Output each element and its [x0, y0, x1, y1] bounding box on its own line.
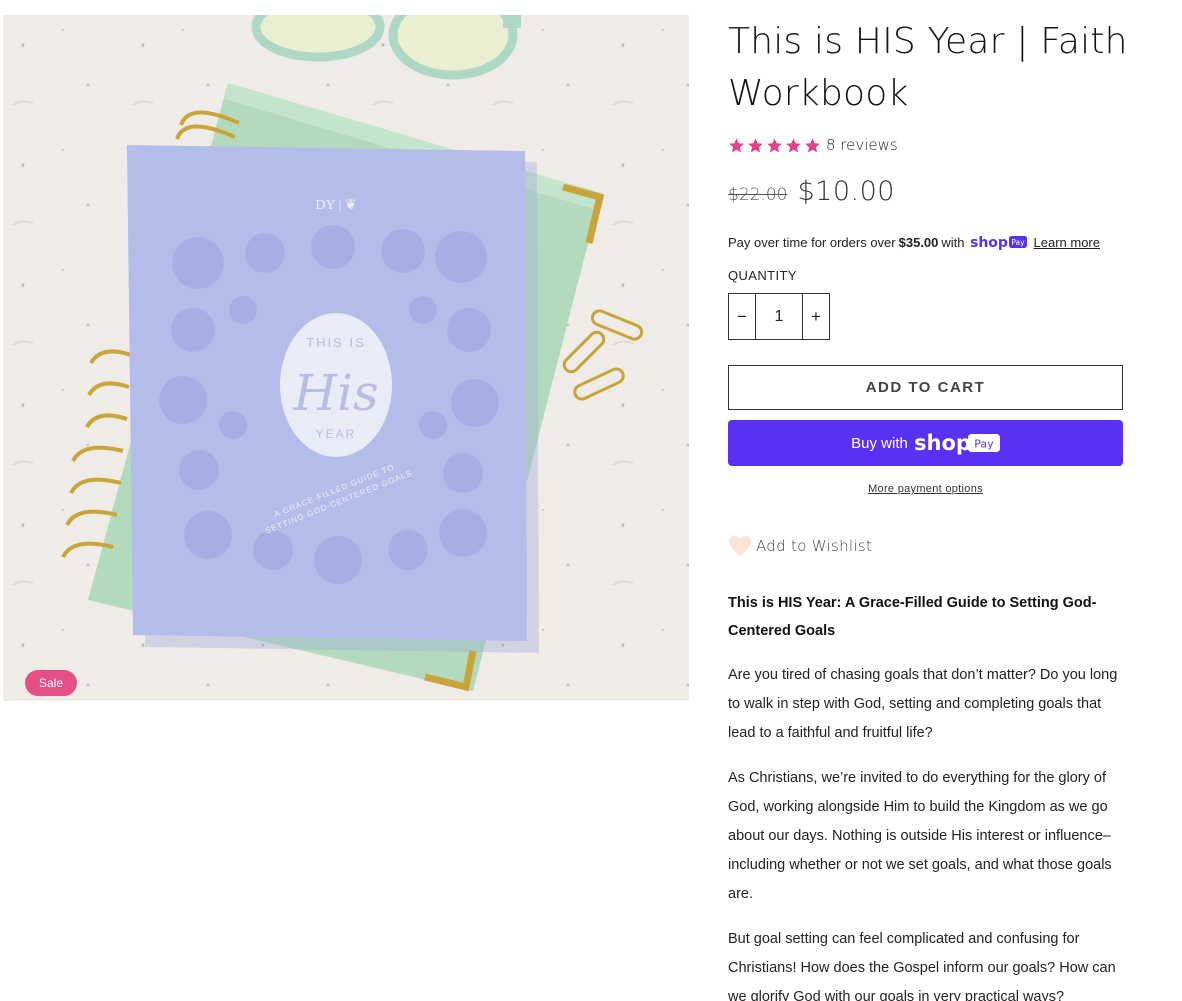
installments-banner: Pay over time for orders over $35.00 wit… [728, 234, 1100, 251]
sale-badge: Sale [25, 670, 77, 696]
description-heading: This is HIS Year: A Grace-Filled Guide t… [728, 595, 1097, 639]
plus-icon[interactable]: + [803, 294, 829, 339]
cover-text-top: THIS IS [306, 335, 366, 350]
minus-icon[interactable]: − [729, 294, 755, 339]
heart-icon [729, 536, 751, 556]
reviews-link[interactable]: 8 reviews [826, 136, 898, 154]
star-icon [786, 137, 801, 152]
product-rating[interactable]: 8 reviews [728, 134, 898, 156]
compare-at-price: $22.00 [728, 185, 788, 205]
description-paragraph: As Christians, we’re invited to do every… [728, 770, 1112, 902]
product-description: This is HIS Year: A Grace-Filled Guide t… [728, 589, 1123, 1001]
product-image[interactable]: THIS IS His YEAR DY | ❦ A GRACE-FILLED G… [3, 15, 689, 701]
sale-price: $10.00 [797, 176, 895, 207]
cover-script: His [292, 364, 378, 422]
star-icon [729, 137, 744, 152]
description-paragraph: Are you tired of chasing goals that don’… [728, 667, 1118, 741]
star-rating [728, 137, 821, 154]
buy-with-label: Buy with [851, 434, 908, 452]
more-payment-options-link[interactable]: More payment options [728, 483, 1123, 495]
installments-prefix: Pay over time for orders over [728, 234, 896, 250]
learn-more-link[interactable]: Learn more [1034, 235, 1100, 250]
add-to-cart-button[interactable]: ADD TO CART [728, 365, 1123, 410]
lavender-book: THIS IS His YEAR DY | ❦ A GRACE-FILLED G… [127, 145, 539, 653]
cover-text-bottom: YEAR [316, 427, 357, 441]
quantity-stepper: − + [728, 293, 830, 340]
product-photo: THIS IS His YEAR DY | ❦ A GRACE-FILLED G… [3, 15, 689, 701]
svg-text:shop: shop [970, 235, 1008, 250]
svg-text:Pay: Pay [974, 438, 994, 451]
star-icon [767, 137, 782, 152]
star-icon [805, 137, 820, 152]
svg-text:Pay: Pay [1011, 238, 1025, 247]
description-paragraph: But goal setting can feel complicated an… [728, 931, 1116, 1001]
product-title: This is HIS Year | Faith Workbook [728, 21, 1128, 114]
wishlist-label: Add to Wishlist [756, 537, 873, 555]
add-to-wishlist[interactable]: Add to Wishlist [728, 535, 872, 557]
shop-pay-logo: shop Pay [914, 431, 1000, 455]
svg-text:shop: shop [914, 431, 971, 455]
quantity-input[interactable] [755, 294, 803, 339]
cover-brand-mark: DY | ❦ [315, 198, 356, 213]
buy-with-shop-pay-button[interactable]: Buy with shop Pay [728, 420, 1123, 466]
price-block: $22.00 $10.00 [728, 176, 895, 207]
installments-amount: $35.00 [898, 234, 939, 250]
installments-suffix: with [941, 234, 965, 250]
quantity-label: QUANTITY [728, 268, 797, 283]
shop-pay-logo: shop Pay [970, 234, 1028, 250]
star-icon [748, 137, 763, 152]
